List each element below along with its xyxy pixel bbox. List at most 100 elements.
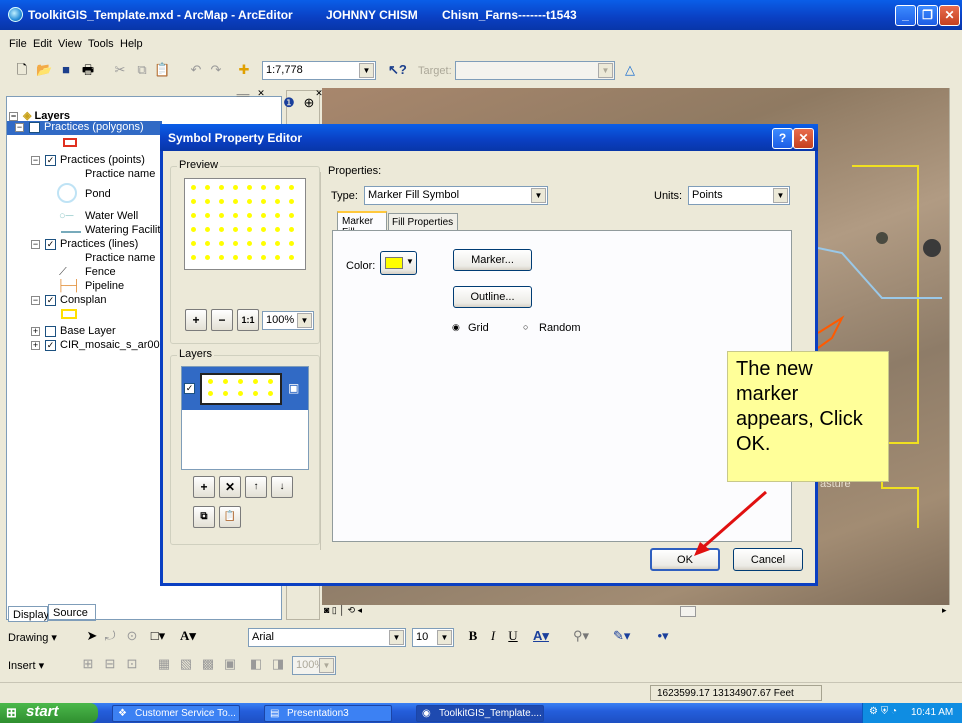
zoom-in-fixed-icon[interactable]: ⊞ xyxy=(80,656,96,672)
tray-icons[interactable]: ⚙ ⛨ ◔ xyxy=(869,706,897,717)
editor-sketch-icon[interactable]: △ xyxy=(622,62,638,78)
zoom-whole-icon[interactable]: ⊙ xyxy=(124,628,140,644)
task-customer-service[interactable]: ❖ Customer Service To... xyxy=(112,705,240,722)
toc-layer-base[interactable]: + Base Layer xyxy=(31,325,116,337)
menu-help[interactable]: Help xyxy=(120,38,143,50)
task-toolkitgis[interactable]: ◉ ToolkitGIS_Template.... xyxy=(416,705,544,722)
zoom-out-button[interactable]: − xyxy=(211,309,233,331)
menu-edit[interactable]: Edit xyxy=(33,38,52,50)
move-layer-up-button[interactable]: ↑ xyxy=(245,476,267,498)
copy-icon[interactable]: ⧉ xyxy=(134,62,150,78)
toc-layer-practices-points[interactable]: − ✓ Practices (points) xyxy=(31,154,145,166)
windows-logo-icon: ⊞ xyxy=(6,705,17,720)
tab-fill-properties[interactable]: Fill Properties xyxy=(388,213,458,231)
layout-zoom-combo[interactable]: 100% ▼ xyxy=(292,656,336,675)
cut-icon[interactable]: ✂ xyxy=(112,62,128,78)
restore-button[interactable]: ❐ xyxy=(917,5,938,26)
tab-display[interactable]: Display xyxy=(8,606,49,622)
move-layer-down-button[interactable]: ↓ xyxy=(271,476,293,498)
scroll-thumb[interactable] xyxy=(680,606,696,617)
identify-icon[interactable]: ❶ xyxy=(281,95,297,111)
save-icon[interactable]: ■ xyxy=(58,62,74,78)
paste-layer-button[interactable]: 📋 xyxy=(219,506,241,528)
layout-view-icons[interactable]: ◙ ▯ │ ⟲ ◂ xyxy=(324,605,362,616)
line-color-icon[interactable]: ✎▾ xyxy=(613,628,630,644)
close-window-button[interactable]: ✕ xyxy=(939,5,960,26)
arcmap-icon: ◉ xyxy=(422,708,431,719)
whats-this-icon[interactable]: ↖? xyxy=(388,62,407,78)
next-extent-icon[interactable]: ◨ xyxy=(270,656,286,672)
font-size-combo[interactable]: 10 ▼ xyxy=(412,628,454,647)
menu-tools[interactable]: Tools xyxy=(88,38,114,50)
user-name: JOHNNY CHISM xyxy=(326,8,418,22)
print-icon[interactable]: 🖶 xyxy=(80,62,96,78)
menu-view[interactable]: View xyxy=(58,38,82,50)
help-button[interactable]: ? xyxy=(772,128,793,149)
menu-file[interactable]: File xyxy=(9,38,27,50)
one-to-one-icon[interactable]: ▣ xyxy=(222,656,238,672)
preview-marker-dot xyxy=(191,213,196,218)
full-page-icon[interactable]: ▦ xyxy=(156,656,172,672)
symbol-layer-checkbox[interactable]: ✓ xyxy=(184,383,195,394)
scale-combo[interactable]: 1:7,778 ▼ xyxy=(262,61,376,80)
text-tool-icon[interactable]: A▾ xyxy=(180,628,196,644)
toc-layer-practices-lines[interactable]: − ✓ Practices (lines) xyxy=(31,238,138,250)
add-data-icon[interactable]: ✚ xyxy=(236,62,252,78)
map-horizontal-scrollbar[interactable]: ◙ ▯ │ ⟲ ◂ ▸ xyxy=(322,605,962,618)
pan-page-icon[interactable]: ⊡ xyxy=(124,656,140,672)
paste-icon[interactable]: 📋 xyxy=(154,62,170,78)
zoom-width-icon[interactable]: ▧ xyxy=(178,656,194,672)
rotate-icon[interactable]: ⤾ xyxy=(102,628,118,644)
drawing-menu[interactable]: Drawing ▾ xyxy=(8,631,57,644)
copy-layer-button[interactable]: ⧉ xyxy=(193,506,215,528)
task-presentation3[interactable]: ▤ Presentation3 xyxy=(264,705,392,722)
redo-icon[interactable]: ↷ xyxy=(208,62,224,78)
preview-marker-dot xyxy=(275,185,280,190)
undo-icon[interactable]: ↶ xyxy=(188,62,204,78)
italic-icon[interactable]: I xyxy=(485,628,501,644)
zoom-page-icon[interactable]: ▩ xyxy=(200,656,216,672)
underline-icon[interactable]: U xyxy=(505,628,521,644)
toc-layer-practices-polygons[interactable]: − ✓ Practices (polygons) xyxy=(7,121,162,135)
symbol-layers-list[interactable]: ✓ ▣ xyxy=(181,366,309,470)
previous-extent-icon[interactable]: ◧ xyxy=(248,656,264,672)
open-folder-icon[interactable]: 📂 xyxy=(36,62,52,78)
color-picker-button[interactable]: ▼ xyxy=(380,251,417,275)
outline-button[interactable]: Outline... xyxy=(453,286,532,308)
layer-marker-dot xyxy=(208,379,213,384)
zoom-in-button[interactable]: + xyxy=(185,309,207,331)
marker-button[interactable]: Marker... xyxy=(453,249,532,271)
close-dialog-button[interactable]: ✕ xyxy=(793,128,814,149)
new-document-icon[interactable]: 🗋 xyxy=(14,62,30,78)
units-combo[interactable]: Points ▼ xyxy=(688,186,790,205)
rectangle-icon[interactable]: □▾ xyxy=(150,628,166,644)
start-button[interactable]: ⊞ start xyxy=(0,703,98,723)
select-elements-icon[interactable]: ➤ xyxy=(84,628,100,644)
minimize-button[interactable]: _ xyxy=(895,5,916,26)
lock-layer-icon[interactable]: ▣ xyxy=(288,381,299,395)
marker-color-icon[interactable]: •▾ xyxy=(655,628,671,644)
toc-layer-consplan[interactable]: − ✓ Consplan xyxy=(31,294,106,306)
close-toc-icon[interactable]: ✕ xyxy=(253,85,269,101)
bold-icon[interactable]: B xyxy=(465,628,481,644)
map-vertical-scrollbar[interactable] xyxy=(949,88,962,605)
layer-checkbox[interactable]: ✓ xyxy=(29,121,40,133)
random-radio[interactable]: ○ xyxy=(523,322,528,332)
drawing-toolbar: Drawing ▾ ➤ ⤾ ⊙ □▾ A▾ Arial ▼ 10 ▼ B I U A… xyxy=(0,623,962,649)
font-color-icon[interactable]: A▾ xyxy=(533,628,549,644)
fill-color-icon[interactable]: ⚲▾ xyxy=(573,628,589,644)
toc-layer-cir-mosaic[interactable]: + ✓ CIR_mosaic_s_ar00 xyxy=(31,339,160,351)
grid-radio[interactable]: ◉ xyxy=(452,322,460,333)
actual-size-button[interactable]: 1:1 xyxy=(237,309,259,331)
tab-marker-fill[interactable]: Marker Fill xyxy=(337,211,387,238)
type-combo[interactable]: Marker Fill Symbol ▼ xyxy=(364,186,548,205)
target-combo[interactable]: ▼ xyxy=(455,61,615,80)
tab-source[interactable]: Source xyxy=(48,604,96,621)
add-layer-button[interactable]: + xyxy=(193,476,215,498)
symbol-layer-row[interactable]: ✓ ▣ xyxy=(182,367,308,410)
insert-menu[interactable]: Insert ▾ xyxy=(8,659,44,672)
font-combo[interactable]: Arial ▼ xyxy=(248,628,406,647)
zoom-out-fixed-icon[interactable]: ⊟ xyxy=(102,656,118,672)
zoom-combo[interactable]: 100% ▼ xyxy=(262,311,314,330)
delete-layer-button[interactable]: ✕ xyxy=(219,476,241,498)
